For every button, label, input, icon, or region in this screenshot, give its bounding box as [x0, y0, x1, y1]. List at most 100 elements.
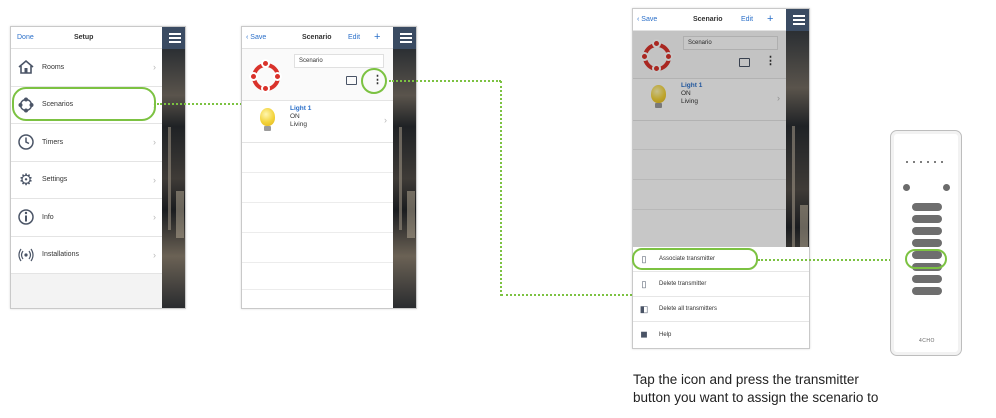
- delete-all-transmitters-option[interactable]: ◧ Delete all transmitters: [633, 297, 809, 322]
- option-label: Delete all transmitters: [659, 306, 718, 312]
- menu-button[interactable]: [162, 27, 185, 49]
- chevron-right-icon: ›: [384, 115, 387, 125]
- indicator-led: [920, 161, 922, 163]
- help-icon: ◼: [640, 329, 648, 339]
- remote-button-4[interactable]: [912, 239, 942, 247]
- light-name: Light 1: [290, 105, 312, 112]
- remote-button-8[interactable]: [912, 287, 942, 295]
- add-button[interactable]: +: [374, 31, 380, 43]
- back-save-button[interactable]: ‹ Save: [246, 34, 266, 41]
- screen-icon[interactable]: [346, 76, 357, 85]
- scenario-options-screen: ‹ Save Scenario Edit + Scenario ⋮ Light …: [632, 8, 810, 349]
- dim-overlay[interactable]: [633, 31, 786, 247]
- menu-item-label: Installations: [42, 251, 79, 259]
- scenario-navbar: ‹ Save Scenario Edit +: [633, 9, 786, 31]
- menu-item-label: Info: [42, 213, 54, 221]
- edit-button[interactable]: Edit: [741, 16, 753, 23]
- scenario-logo-icon: [249, 59, 282, 93]
- delete-transmitter-option[interactable]: ▯ Delete transmitter: [633, 272, 809, 297]
- remote-button-3[interactable]: [912, 227, 942, 235]
- edit-button[interactable]: Edit: [348, 34, 360, 41]
- connector-line: [500, 81, 502, 296]
- connector-line: [501, 294, 632, 296]
- back-save-button[interactable]: ‹ Save: [637, 16, 657, 23]
- list-divider: [242, 262, 393, 263]
- scenario-title: Scenario: [693, 16, 723, 23]
- done-button[interactable]: Done: [17, 34, 34, 41]
- gear-icon: ⚙: [18, 171, 34, 189]
- info-icon: [16, 207, 36, 227]
- menu-item-installations[interactable]: Installations ›: [11, 237, 162, 274]
- scenarios-highlight: [12, 87, 156, 121]
- indicator-led: [941, 161, 943, 163]
- background-photo: [393, 49, 416, 308]
- list-empty-area: [11, 274, 162, 308]
- save-label: Save: [250, 34, 267, 41]
- remote-button-1[interactable]: [912, 203, 942, 211]
- indicator-led: [934, 161, 936, 163]
- chevron-left-icon: ‹: [246, 34, 249, 41]
- list-divider: [242, 289, 393, 290]
- remote-button-7[interactable]: [912, 275, 942, 283]
- chevron-right-icon: ›: [153, 249, 156, 260]
- remote-logo: 4CHO: [919, 338, 935, 344]
- option-label: Delete transmitter: [659, 281, 707, 287]
- scenario-name-field[interactable]: Scenario: [294, 54, 384, 68]
- setup-menu-list: Rooms › Scenarios › Timers › ⚙ Settings …: [11, 49, 162, 274]
- transmitter-delete-icon: ▯: [641, 278, 647, 289]
- list-divider: [242, 202, 393, 203]
- scenario-title: Scenario: [302, 34, 332, 41]
- indicator-led: [906, 161, 908, 163]
- connector-line: [758, 259, 906, 261]
- remote-right-knob[interactable]: [943, 184, 950, 191]
- menu-item-label: Settings: [42, 176, 68, 184]
- menu-item-settings[interactable]: ⚙ Settings ›: [11, 162, 162, 199]
- caption-line-1: Tap the icon and press the transmitter: [633, 372, 859, 387]
- menu-item-label: Timers: [42, 138, 64, 146]
- setup-title: Setup: [74, 34, 94, 41]
- menu-item-label: Rooms: [42, 63, 65, 71]
- chevron-right-icon: ›: [153, 174, 156, 185]
- remote-button-2[interactable]: [912, 215, 942, 223]
- associate-transmitter-highlight: [632, 248, 758, 270]
- list-divider: [242, 232, 393, 233]
- light-row[interactable]: Light 1 ON Living ›: [242, 101, 393, 143]
- setup-navbar: Done Setup: [11, 27, 162, 49]
- light-bulb-icon: [260, 108, 275, 131]
- chevron-left-icon: ‹: [637, 16, 640, 23]
- more-options-highlight: [361, 68, 387, 94]
- add-button[interactable]: +: [767, 13, 773, 25]
- option-label: Help: [659, 331, 672, 338]
- remote-button-highlight: [905, 249, 947, 269]
- instruction-caption: Tap the icon and press the transmitter b…: [633, 371, 878, 407]
- menu-item-rooms[interactable]: Rooms ›: [11, 49, 162, 87]
- background-photo: [162, 49, 185, 308]
- menu-item-timers[interactable]: Timers ›: [11, 124, 162, 162]
- help-option[interactable]: ◼ Help: [633, 322, 809, 347]
- connector-line: [157, 103, 242, 105]
- scenario-screen: ‹ Save Scenario Edit + Scenario ⋮ Light …: [241, 26, 417, 309]
- menu-button[interactable]: [393, 27, 416, 49]
- chevron-right-icon: ›: [153, 137, 156, 147]
- light-details: Light 1 ON Living: [290, 105, 311, 129]
- list-divider: [242, 172, 393, 173]
- save-label: Save: [641, 16, 658, 23]
- light-room: Living: [290, 121, 307, 128]
- setup-screen: Done Setup Rooms › Scenarios › Timers ›: [10, 26, 186, 309]
- clock-icon: [16, 132, 36, 152]
- indicator-led: [913, 161, 915, 163]
- menu-item-info[interactable]: Info ›: [11, 199, 162, 237]
- light-state: ON: [290, 113, 300, 120]
- transmitter-remote: 4CHO: [890, 130, 962, 356]
- copy-icon: ◧: [639, 303, 649, 314]
- chevron-right-icon: ›: [153, 62, 156, 72]
- signal-icon: [16, 245, 36, 265]
- connector-line: [389, 80, 501, 82]
- caption-line-2: button you want to assign the scenario t…: [633, 390, 879, 405]
- chevron-right-icon: ›: [153, 212, 156, 222]
- indicator-led: [927, 161, 929, 163]
- remote-left-knob[interactable]: [903, 184, 910, 191]
- menu-button[interactable]: [786, 9, 809, 31]
- scenario-navbar: ‹ Save Scenario Edit +: [242, 27, 393, 49]
- house-icon: [16, 57, 36, 77]
